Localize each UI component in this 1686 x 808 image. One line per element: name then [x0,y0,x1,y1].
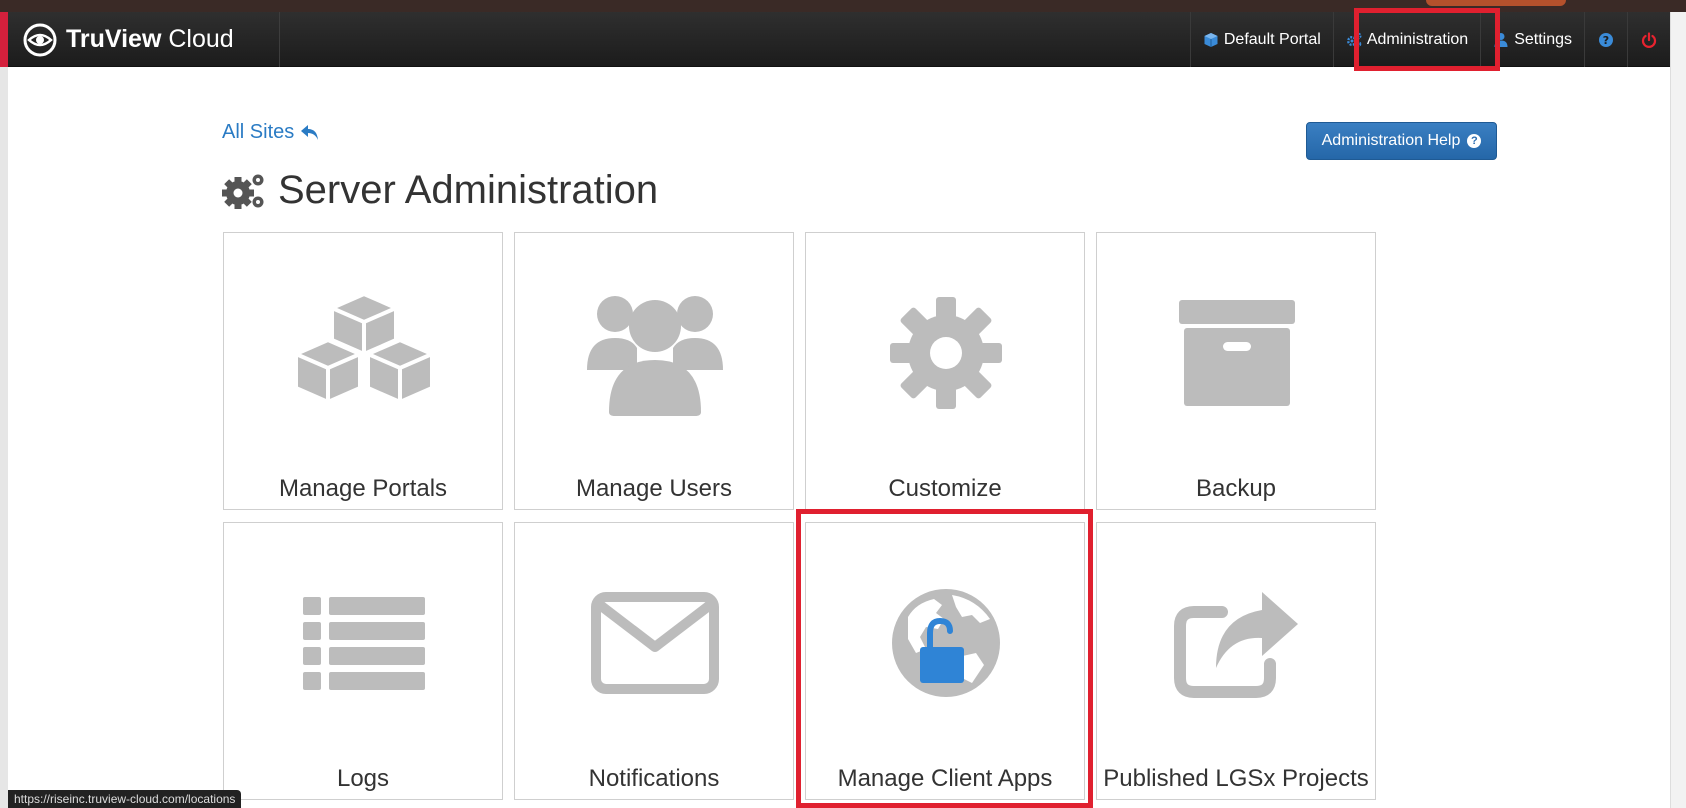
tile-backup[interactable]: Backup [1096,232,1376,510]
tile-logs[interactable]: Logs [223,522,503,800]
page-title: Server Administration [222,168,658,213]
brand-name: TruView Cloud [66,25,234,54]
tile-art [1097,523,1377,763]
tile-label: Customize [888,475,1002,502]
share-icon [1174,592,1298,698]
globe-unlock-icon [892,589,1000,697]
help-icon: ? [1599,32,1613,47]
administration-help-button[interactable]: Administration Help ? [1306,122,1497,160]
tile-manage-portals[interactable]: Manage Portals [223,232,503,510]
cubes-icon [294,292,434,404]
nav-default-portal-label: Default Portal [1223,30,1321,48]
tile-manage-users[interactable]: Manage Users [514,232,794,510]
tile-notifications[interactable]: Notifications [514,522,794,800]
page-left-edge [0,12,8,808]
tile-label: Notifications [588,765,720,792]
cube-icon [1204,32,1218,47]
reply-arrow-icon [301,124,319,140]
nav-settings-label: Settings [1514,30,1572,48]
brand-divider [279,12,280,67]
tile-label: Manage Portals [278,475,448,502]
administration-help-label: Administration Help [1321,132,1461,149]
tile-art [515,523,795,763]
brand-name-light: Cloud [161,25,234,53]
tile-label: Logs [336,765,390,792]
tile-label: Backup [1195,475,1277,502]
brand[interactable]: TruView Cloud [22,12,234,67]
question-circle-icon: ? [1467,134,1482,148]
nav-default-portal[interactable]: Default Portal [1189,12,1333,67]
top-navbar: TruView Cloud Default Portal Administrat… [8,12,1670,67]
truview-logo-icon [23,23,57,56]
all-sites-label: All Sites [222,121,295,143]
cogs-icon [222,174,264,209]
tile-art [1097,233,1377,473]
nav-settings[interactable]: Settings [1480,12,1584,67]
browser-top-strip [0,0,1686,12]
tile-manage-client-apps[interactable]: Manage Client Apps [805,522,1085,800]
page-title-text: Server Administration [278,168,659,212]
tile-published-lgsx-projects[interactable]: Published LGSx Projects [1096,522,1376,800]
tile-art [806,233,1086,473]
browser-tab-hint [1426,0,1566,6]
scrollbar[interactable] [1670,12,1686,808]
brand-name-bold: TruView [66,25,162,53]
tile-art [224,233,504,473]
nav-administration-label: Administration [1366,30,1469,48]
tile-label: Published LGSx Projects [1103,765,1369,792]
tile-label: Manage Client Apps [837,765,1053,792]
user-icon [1494,32,1508,47]
nav-administration[interactable]: Administration [1332,12,1480,67]
gear-icon [890,297,1002,409]
tile-art [806,523,1086,763]
all-sites-link[interactable]: All Sites [222,121,320,144]
list-icon [303,597,425,690]
envelope-icon [591,592,719,694]
archive-icon [1179,300,1295,406]
tile-art [224,523,504,763]
nav-right: Default Portal Administration Settings ? [1189,12,1670,67]
cogs-icon [1346,32,1362,47]
left-accent [0,12,8,67]
power-icon [1641,31,1657,48]
nav-help[interactable]: ? [1584,12,1627,67]
svg-text:?: ? [1603,34,1609,47]
status-bar-url: https://riseinc.truview-cloud.com/locati… [8,790,242,808]
users-icon [587,296,723,416]
tile-label: Manage Users [575,475,733,502]
tile-art [515,233,795,473]
tile-customize[interactable]: Customize [805,232,1085,510]
nav-logout[interactable] [1627,12,1670,67]
